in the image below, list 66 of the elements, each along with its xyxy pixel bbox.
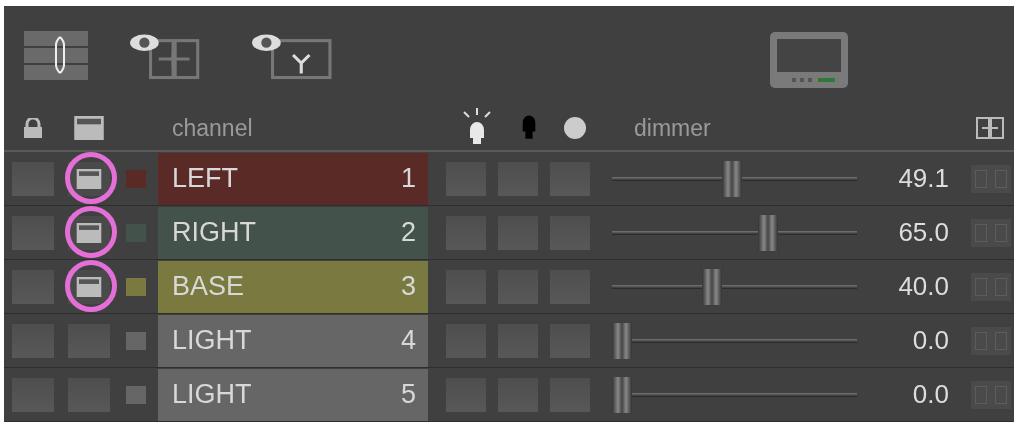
lock-button[interactable] [12, 377, 54, 412]
channel-number: 4 [400, 325, 416, 356]
lock-button[interactable] [12, 215, 54, 250]
channel-name: LEFT [172, 163, 238, 194]
panel-icon [76, 222, 102, 243]
channel-number: 2 [400, 217, 416, 248]
slider-thumb[interactable] [722, 160, 743, 197]
blackout-button[interactable] [498, 215, 538, 250]
panel-icon [73, 116, 105, 140]
dimmer-slider[interactable] [612, 376, 857, 413]
blackout-button[interactable] [498, 269, 538, 304]
eye-y-icon[interactable] [250, 32, 332, 80]
lock-button[interactable] [12, 161, 54, 196]
panel-icon [76, 168, 102, 189]
record-button[interactable] [550, 377, 590, 412]
dark-bulb-icon [520, 115, 538, 141]
slider-thumb[interactable] [612, 376, 632, 413]
dimmer-value: 40.0 [897, 271, 949, 302]
panel-icon [76, 276, 102, 297]
dimmer-slider[interactable] [612, 268, 857, 305]
monitor-icon[interactable] [770, 32, 848, 88]
blackout-button[interactable] [498, 377, 538, 412]
pair-button[interactable] [971, 272, 1011, 301]
dimmer-slider[interactable] [612, 322, 857, 359]
channel-number: 5 [400, 379, 416, 410]
dimmer-value: 0.0 [911, 325, 949, 356]
pair-button[interactable] [971, 218, 1011, 247]
dimmer-value: 65.0 [897, 217, 949, 248]
record-button[interactable] [550, 161, 590, 196]
blackout-button[interactable] [498, 161, 538, 196]
pair-button[interactable] [971, 164, 1011, 193]
flash-button[interactable] [446, 377, 486, 412]
flash-button[interactable] [446, 269, 486, 304]
dimmer-slider[interactable] [612, 160, 857, 197]
pair-button[interactable] [971, 326, 1011, 355]
circle-icon [564, 117, 586, 139]
record-button[interactable] [550, 215, 590, 250]
dimmer-value: 0.0 [911, 379, 949, 410]
column-header: dimmer [633, 114, 712, 142]
select-button[interactable] [68, 161, 110, 196]
split-icon[interactable] [976, 117, 1004, 139]
lock-button[interactable] [12, 269, 54, 304]
dimmer-slider[interactable] [612, 214, 857, 251]
flash-button[interactable] [446, 215, 486, 250]
column-header: channel [171, 114, 254, 142]
channel-name: LIGHT [172, 325, 252, 356]
lock-icon [23, 118, 43, 138]
dimmer-value: 49.1 [897, 163, 949, 194]
stack-icon[interactable] [24, 31, 88, 81]
blackout-button[interactable] [498, 323, 538, 358]
record-button[interactable] [550, 269, 590, 304]
channel-number: 1 [400, 163, 416, 194]
lock-button[interactable] [12, 323, 54, 358]
channel-name: LIGHT [172, 379, 252, 410]
pair-button[interactable] [971, 380, 1011, 409]
slider-thumb[interactable] [758, 214, 779, 251]
flash-button[interactable] [446, 161, 486, 196]
channel-name: RIGHT [172, 217, 256, 248]
slider-thumb[interactable] [702, 268, 722, 305]
slider-thumb[interactable] [612, 322, 632, 359]
channel-number: 3 [400, 271, 416, 302]
select-button[interactable] [68, 269, 110, 304]
channel-name: BASE [172, 271, 245, 302]
select-button[interactable] [68, 215, 110, 250]
flash-button[interactable] [446, 323, 486, 358]
record-button[interactable] [550, 323, 590, 358]
